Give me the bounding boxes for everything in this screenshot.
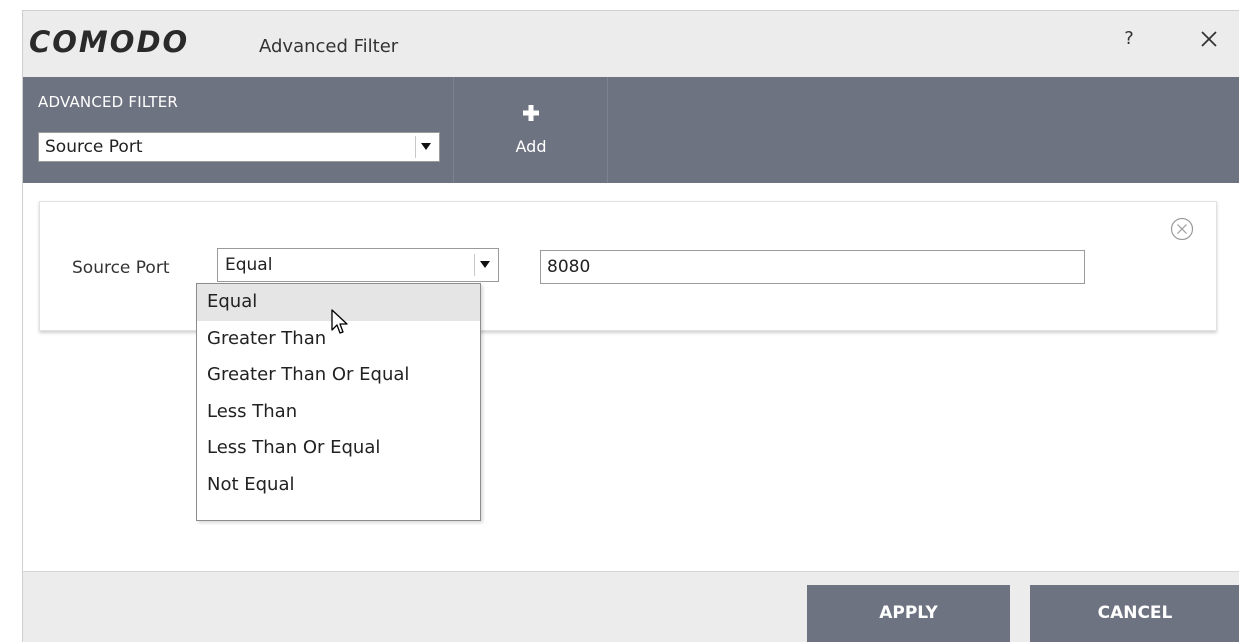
operator-option[interactable]: Less Than	[197, 394, 480, 431]
operator-option[interactable]: Not Equal	[197, 467, 480, 504]
circle-x-icon	[1170, 217, 1194, 241]
operator-option[interactable]: Less Than Or Equal	[197, 430, 480, 467]
port-value-input[interactable]	[540, 250, 1085, 284]
mouse-pointer-icon	[330, 308, 352, 342]
close-button[interactable]	[1195, 25, 1223, 53]
operator-dropdown-arrow[interactable]	[474, 254, 495, 276]
filter-type-select[interactable]: Source Port	[38, 132, 440, 162]
condition-label: Source Port	[72, 258, 170, 278]
add-button-label: Add	[515, 137, 547, 156]
filter-toolbar: ADVANCED FILTER Source Port Add	[23, 77, 1239, 183]
comodo-logo: COMODO	[29, 25, 190, 59]
filter-type-dropdown-arrow[interactable]	[415, 136, 436, 158]
filter-type-value: Source Port	[45, 137, 143, 157]
help-button[interactable]: ?	[1117, 27, 1141, 51]
chevron-down-icon	[480, 261, 490, 268]
advanced-filter-heading: ADVANCED FILTER	[38, 93, 179, 111]
cancel-button[interactable]: CANCEL	[1030, 585, 1239, 642]
remove-condition-button[interactable]	[1170, 217, 1194, 241]
toolbar-divider	[607, 77, 608, 183]
operator-option[interactable]: Greater Than Or Equal	[197, 357, 480, 394]
close-icon	[1201, 31, 1217, 47]
title-bar: COMODO Advanced Filter ?	[23, 11, 1239, 77]
apply-button[interactable]: APPLY	[807, 585, 1010, 642]
operator-select[interactable]: Equal	[217, 248, 499, 282]
toolbar-divider	[453, 77, 454, 183]
add-button[interactable]: Add	[455, 77, 607, 183]
chevron-down-icon	[421, 143, 431, 150]
operator-value: Equal	[225, 255, 273, 275]
plus-icon	[523, 105, 539, 121]
window-title: Advanced Filter	[259, 36, 399, 57]
